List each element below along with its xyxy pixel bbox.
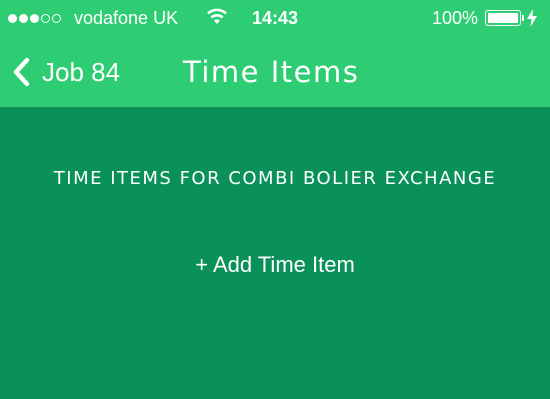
main-content: TIME ITEMS FOR COMBI BOLIER EXCHANGE + A… (0, 108, 550, 399)
battery-icon (485, 10, 524, 26)
status-bar: vodafone UK 14:43 100% (0, 0, 550, 36)
add-time-item-button[interactable]: + Add Time Item (0, 252, 550, 278)
battery-percentage: 100% (431, 8, 478, 28)
back-button-label: Job 84 (42, 56, 121, 87)
app-screen: vodafone UK 14:43 100% Job 84 Time Items… (0, 0, 550, 399)
battery-nub (522, 15, 524, 21)
back-button[interactable]: Job 84 (10, 36, 120, 108)
battery-fill (488, 13, 518, 23)
section-heading: TIME ITEMS FOR COMBI BOLIER EXCHANGE (53, 168, 497, 189)
navigation-bar: Job 84 Time Items (0, 36, 550, 108)
chevron-left-icon (13, 57, 30, 87)
page-title: Time Items (183, 55, 360, 89)
charging-icon (527, 9, 537, 27)
